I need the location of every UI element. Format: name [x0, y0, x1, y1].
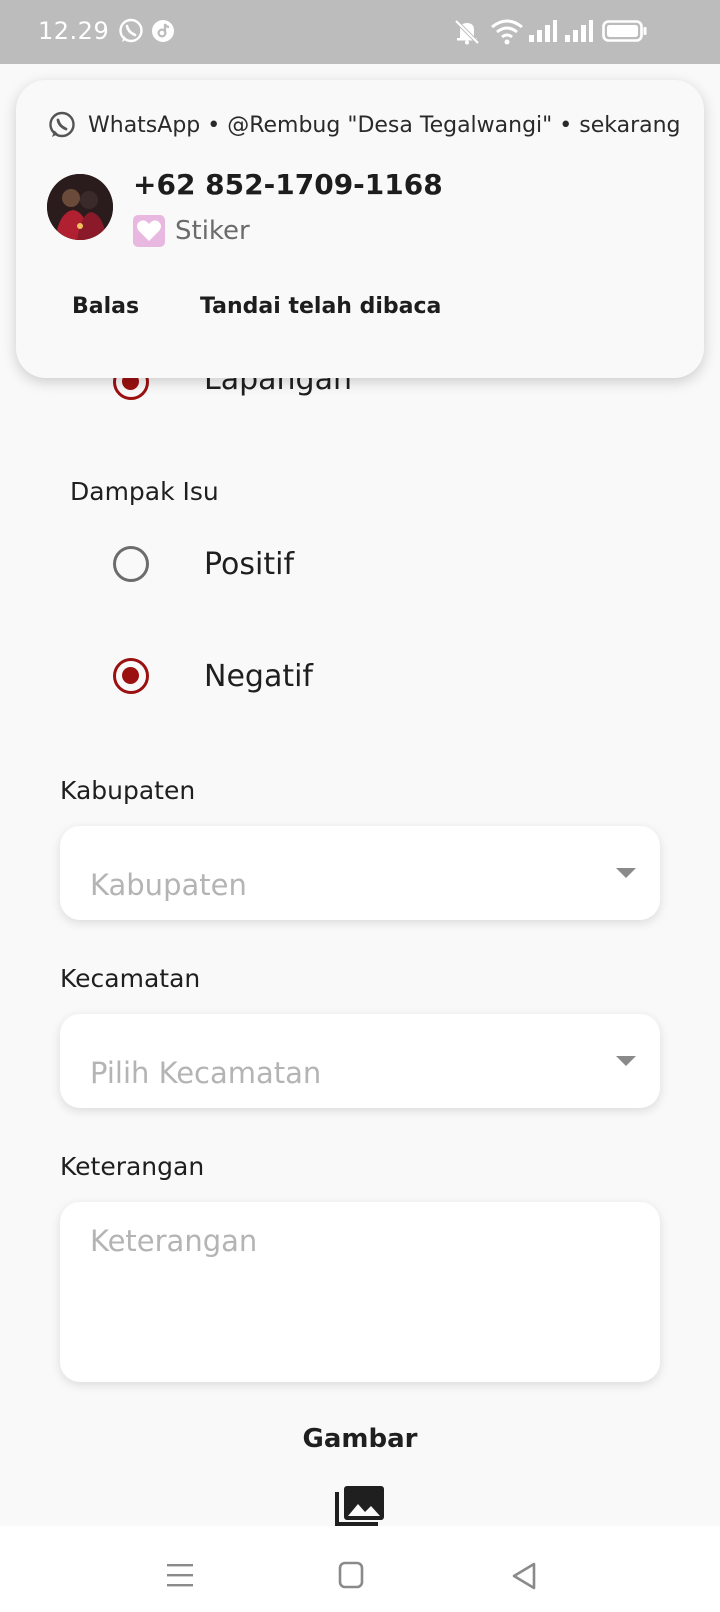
keterangan-label: Keterangan [60, 1152, 205, 1181]
radio-positif[interactable] [113, 546, 149, 582]
chevron-down-icon [616, 868, 636, 878]
back-icon[interactable] [510, 1561, 538, 1595]
mark-read-button[interactable]: Tandai telah dibaca [200, 294, 441, 319]
gambar-label: Gambar [302, 1424, 418, 1454]
menu-icon[interactable] [166, 1562, 194, 1592]
notification-header: WhatsApp • @Rembug "Desa Tegalwangi" • s… [48, 110, 681, 140]
heart-icon [133, 215, 165, 247]
dampak-isu-label: Dampak Isu [70, 477, 219, 506]
status-time: 12.29 [38, 17, 110, 45]
radio-label-negatif: Negatif [204, 659, 313, 694]
tiktok-icon [151, 18, 175, 48]
notification-sender: +62 852-1709-1168 [133, 168, 443, 201]
notification-header-text: WhatsApp • @Rembug "Desa Tegalwangi" • s… [88, 112, 681, 138]
navigation-bar [0, 1526, 720, 1612]
radio-label-positif: Positif [204, 547, 294, 582]
mute-icon [452, 18, 482, 50]
whatsapp-icon [48, 111, 76, 139]
status-bar: 12.29 [0, 0, 720, 64]
reply-button[interactable]: Balas [72, 294, 139, 319]
battery-icon [602, 18, 648, 48]
image-gallery-icon[interactable] [334, 1484, 386, 1526]
home-icon[interactable] [338, 1561, 364, 1593]
whatsapp-notification[interactable]: WhatsApp • @Rembug "Desa Tegalwangi" • s… [16, 80, 704, 378]
signal-icon [528, 18, 558, 48]
kabupaten-dropdown[interactable]: Kabupaten [60, 826, 660, 920]
keterangan-textarea[interactable]: Keterangan [60, 1202, 660, 1382]
whatsapp-icon [118, 18, 144, 48]
kecamatan-label: Kecamatan [60, 964, 201, 993]
kabupaten-placeholder: Kabupaten [90, 868, 247, 902]
radio-negatif[interactable] [113, 658, 149, 694]
chevron-down-icon [616, 1056, 636, 1066]
notification-message-text: Stiker [175, 216, 250, 246]
notification-message: Stiker [133, 215, 250, 247]
kecamatan-dropdown[interactable]: Pilih Kecamatan [60, 1014, 660, 1108]
kecamatan-placeholder: Pilih Kecamatan [90, 1056, 322, 1090]
avatar [47, 174, 113, 240]
keterangan-placeholder: Keterangan [90, 1224, 258, 1258]
signal-icon [564, 18, 594, 48]
kabupaten-label: Kabupaten [60, 776, 196, 805]
wifi-icon [490, 18, 524, 50]
